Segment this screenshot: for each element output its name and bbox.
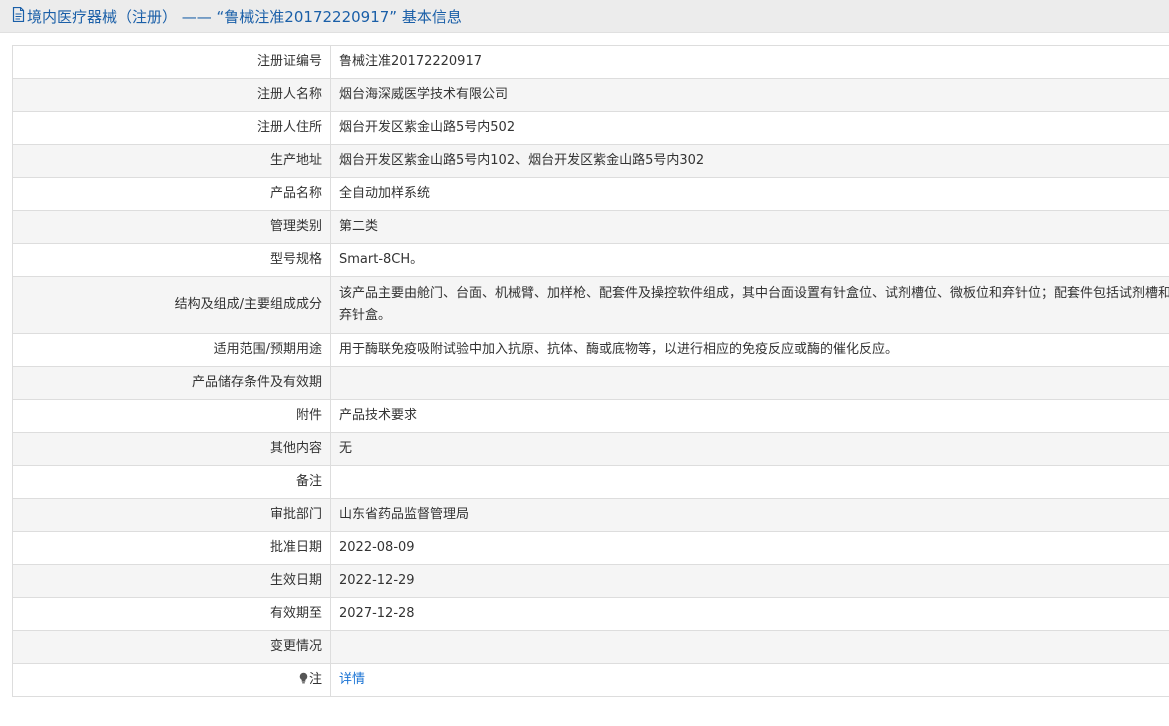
table-row: 变更情况 [12, 630, 1169, 664]
row-label: 有效期至 [12, 597, 331, 631]
row-value: 该产品主要由舱门、台面、机械臂、加样枪、配套件及操控软件组成，其中台面设置有针盒… [330, 276, 1169, 334]
table-row: 生效日期 2022-12-29 [12, 564, 1169, 598]
row-label: 注册证编号 [12, 45, 331, 79]
row-value: 烟台海深威医学技术有限公司 [330, 78, 1169, 112]
row-value: 烟台开发区紫金山路5号内102、烟台开发区紫金山路5号内302 [330, 144, 1169, 178]
row-value: 山东省药品监督管理局 [330, 498, 1169, 532]
row-label: 结构及组成/主要组成成分 [12, 276, 331, 334]
row-value: 详情 [330, 663, 1169, 697]
info-table: 注册证编号 鲁械注准20172220917 注册人名称 烟台海深威医学技术有限公… [12, 45, 1169, 697]
row-value: 第二类 [330, 210, 1169, 244]
row-value: 2027-12-28 [330, 597, 1169, 631]
row-value: 产品技术要求 [330, 399, 1169, 433]
row-label: 变更情况 [12, 630, 331, 664]
row-label: 适用范围/预期用途 [12, 333, 331, 367]
page-title: 境内医疗器械（注册） —— “鲁械注准20172220917” 基本信息 [27, 7, 462, 26]
row-value [330, 630, 1169, 664]
row-value: 无 [330, 432, 1169, 466]
table-row: 附件 产品技术要求 [12, 399, 1169, 433]
table-row: 有效期至 2027-12-28 [12, 597, 1169, 631]
row-value: Smart-8CH。 [330, 243, 1169, 277]
table-row: 注册人名称 烟台海深威医学技术有限公司 [12, 78, 1169, 112]
row-value: 鲁械注准20172220917 [330, 45, 1169, 79]
note-label-cell: 注 [12, 663, 331, 697]
row-label: 审批部门 [12, 498, 331, 532]
row-label: 批准日期 [12, 531, 331, 565]
table-row: 管理类别 第二类 [12, 210, 1169, 244]
table-row: 批准日期 2022-08-09 [12, 531, 1169, 565]
row-label: 备注 [12, 465, 331, 499]
row-label: 生效日期 [12, 564, 331, 598]
document-icon [12, 6, 25, 26]
table-row: 其他内容 无 [12, 432, 1169, 466]
lightbulb-icon [299, 670, 308, 692]
row-label: 生产地址 [12, 144, 331, 178]
row-value: 烟台开发区紫金山路5号内502 [330, 111, 1169, 145]
table-row: 审批部门 山东省药品监督管理局 [12, 498, 1169, 532]
row-label: 产品储存条件及有效期 [12, 366, 331, 400]
table-row: 生产地址 烟台开发区紫金山路5号内102、烟台开发区紫金山路5号内302 [12, 144, 1169, 178]
row-label: 其他内容 [12, 432, 331, 466]
page-header: 境内医疗器械（注册） —— “鲁械注准20172220917” 基本信息 [0, 0, 1169, 33]
row-value: 用于酶联免疫吸附试验中加入抗原、抗体、酶或底物等，以进行相应的免疫反应或酶的催化… [330, 333, 1169, 367]
table-row: 产品名称 全自动加样系统 [12, 177, 1169, 211]
table-row: 注 详情 [12, 663, 1169, 697]
row-value: 2022-12-29 [330, 564, 1169, 598]
table-row: 备注 [12, 465, 1169, 499]
table-row: 适用范围/预期用途 用于酶联免疫吸附试验中加入抗原、抗体、酶或底物等，以进行相应… [12, 333, 1169, 367]
row-label: 型号规格 [12, 243, 331, 277]
row-label: 注 [308, 671, 322, 687]
table-row: 结构及组成/主要组成成分 该产品主要由舱门、台面、机械臂、加样枪、配套件及操控软… [12, 276, 1169, 334]
row-value [330, 366, 1169, 400]
table-row: 注册证编号 鲁械注准20172220917 [12, 45, 1169, 79]
row-value: 2022-08-09 [330, 531, 1169, 565]
table-row: 型号规格 Smart-8CH。 [12, 243, 1169, 277]
row-label: 产品名称 [12, 177, 331, 211]
row-value [330, 465, 1169, 499]
table-row: 注册人住所 烟台开发区紫金山路5号内502 [12, 111, 1169, 145]
table-row: 产品储存条件及有效期 [12, 366, 1169, 400]
row-label: 注册人住所 [12, 111, 331, 145]
row-label: 附件 [12, 399, 331, 433]
row-value: 全自动加样系统 [330, 177, 1169, 211]
row-label: 管理类别 [12, 210, 331, 244]
details-link[interactable]: 详情 [339, 672, 365, 687]
row-label: 注册人名称 [12, 78, 331, 112]
